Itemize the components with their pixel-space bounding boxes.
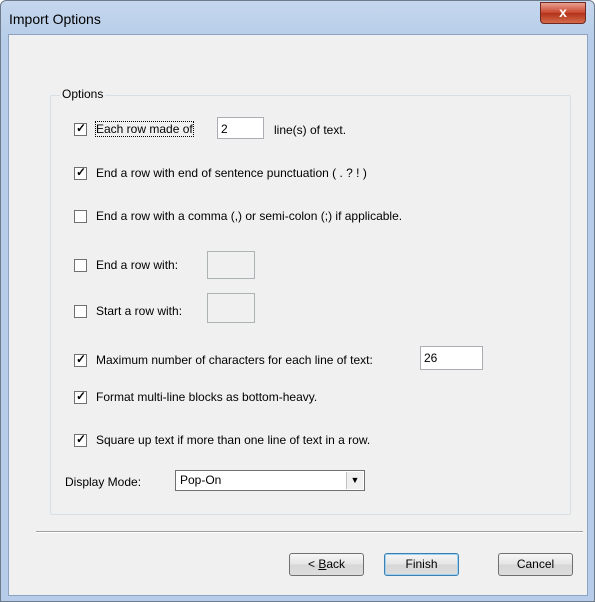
end-sentence-checkbox[interactable]: ✓ <box>74 164 87 180</box>
bottom-heavy-checkbox[interactable]: ✓ <box>74 388 87 404</box>
square-up-option: ✓ Square up text if more than one line o… <box>74 431 370 447</box>
each-row-option: ✓ Each row made of <box>74 120 194 137</box>
max-chars-checkbox[interactable]: ✓ <box>74 351 87 367</box>
dialog-body: Options ✓ Each row made of 2 line(s) of … <box>8 34 588 596</box>
square-up-checkbox[interactable]: ✓ <box>74 431 87 447</box>
finish-button[interactable]: Finish <box>384 553 459 576</box>
close-icon: x <box>559 4 567 20</box>
checkmark-icon: ✓ <box>76 431 87 446</box>
end-with-label[interactable]: End a row with: <box>96 258 178 272</box>
each-row-checkbox[interactable]: ✓ <box>74 120 87 136</box>
end-comma-option: End a row with a comma (,) or semi-colon… <box>74 209 402 223</box>
dropdown-arrow-icon[interactable]: ▼ <box>346 472 363 489</box>
import-options-window: Import Options x Options ✓ Each row made… <box>0 0 595 602</box>
display-mode-value: Pop-On <box>180 473 222 487</box>
options-group-label: Options <box>60 87 106 101</box>
start-with-option: Start a row with: <box>74 304 182 318</box>
end-comma-checkbox[interactable] <box>74 209 87 223</box>
start-with-input[interactable] <box>207 293 255 323</box>
button-separator <box>36 531 583 533</box>
back-label-rest: ack <box>326 557 346 571</box>
max-chars-input[interactable]: 26 <box>420 346 483 370</box>
bottom-heavy-option: ✓ Format multi-line blocks as bottom-hea… <box>74 388 317 404</box>
square-up-label[interactable]: Square up text if more than one line of … <box>96 433 370 447</box>
each-row-label[interactable]: Each row made of <box>95 121 194 137</box>
checkmark-icon: ✓ <box>76 351 87 366</box>
end-with-input[interactable] <box>207 251 255 279</box>
end-sentence-option: ✓ End a row with end of sentence punctua… <box>74 164 367 180</box>
start-with-label[interactable]: Start a row with: <box>96 304 182 318</box>
finish-label: Finish <box>405 557 438 571</box>
display-mode-select[interactable]: Pop-On ▼ <box>175 470 365 491</box>
lines-per-row-input[interactable]: 2 <box>217 117 264 139</box>
cancel-button[interactable]: Cancel <box>498 553 573 576</box>
end-with-checkbox[interactable] <box>74 258 87 272</box>
back-button[interactable]: < Back <box>289 553 364 576</box>
back-prefix: < <box>307 557 319 571</box>
title-bar: Import Options x <box>1 1 594 35</box>
checkmark-icon: ✓ <box>76 388 87 403</box>
lines-suffix-label: line(s) of text. <box>274 123 347 137</box>
start-with-checkbox[interactable] <box>74 304 87 318</box>
cancel-label: Cancel <box>516 557 555 571</box>
end-with-option: End a row with: <box>74 258 178 272</box>
checkmark-icon: ✓ <box>76 120 87 135</box>
max-chars-label[interactable]: Maximum number of characters for each li… <box>96 353 373 367</box>
close-button[interactable]: x <box>540 2 586 24</box>
end-sentence-label[interactable]: End a row with end of sentence punctuati… <box>96 166 367 180</box>
window-title: Import Options <box>9 11 101 27</box>
end-comma-label[interactable]: End a row with a comma (,) or semi-colon… <box>96 209 402 223</box>
max-chars-option: ✓ Maximum number of characters for each … <box>74 351 373 367</box>
display-mode-label: Display Mode: <box>65 475 142 489</box>
bottom-heavy-label[interactable]: Format multi-line blocks as bottom-heavy… <box>96 390 317 404</box>
checkmark-icon: ✓ <box>76 164 87 179</box>
